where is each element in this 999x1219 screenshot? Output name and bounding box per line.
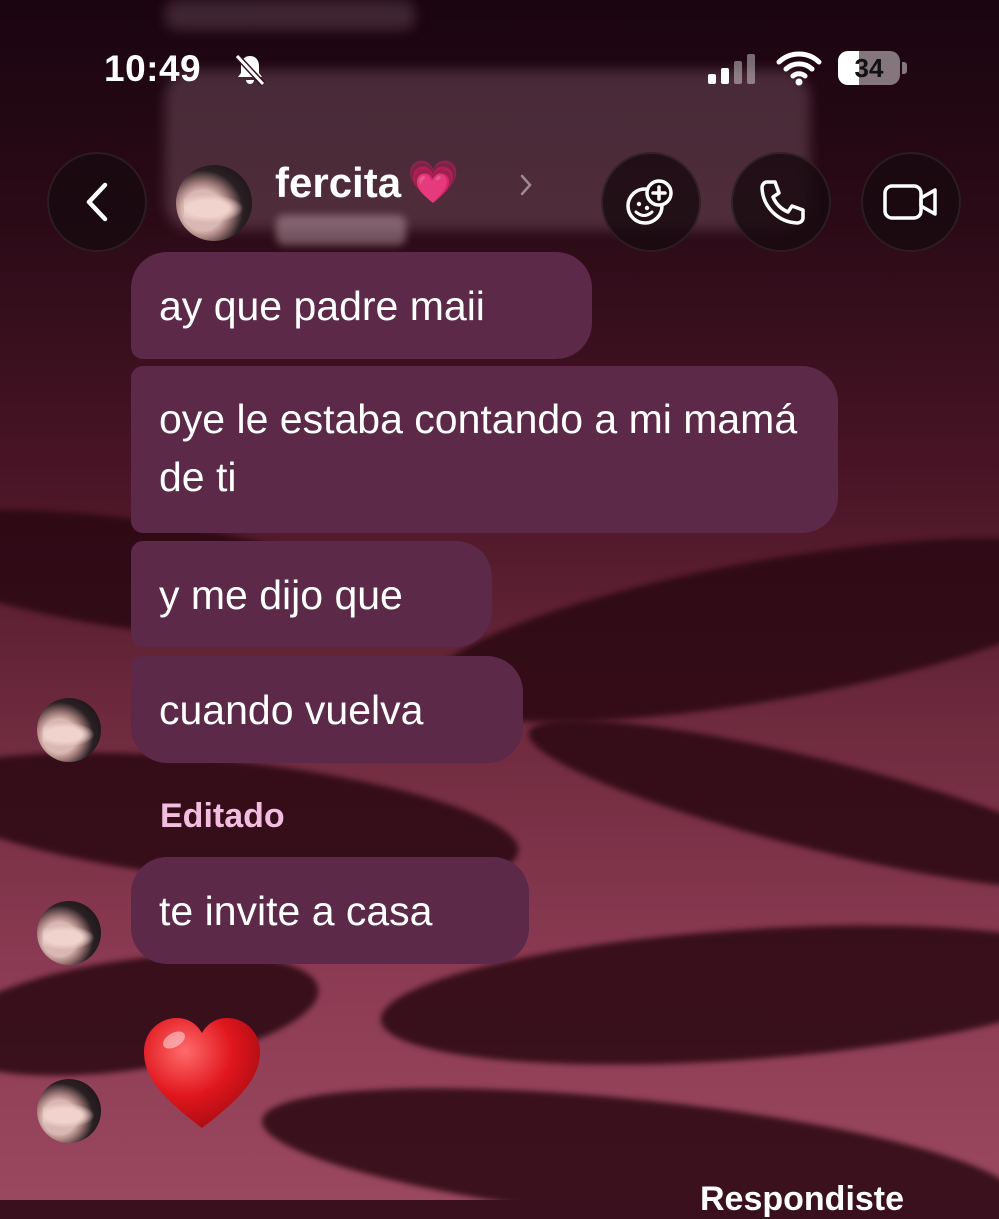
back-chevron-icon: [86, 182, 108, 222]
battery-percent: 34: [854, 53, 884, 83]
sender-avatar[interactable]: [37, 698, 101, 762]
edited-label: Editado: [160, 797, 285, 835]
message-bubble[interactable]: ay que padre maii: [131, 252, 592, 359]
effects-button[interactable]: [601, 152, 701, 252]
chevron-right-icon: [520, 174, 532, 196]
sender-avatar[interactable]: [37, 1079, 101, 1143]
phone-icon: [760, 180, 805, 225]
sender-avatar[interactable]: [37, 901, 101, 965]
contact-name-text: fercita: [275, 158, 402, 206]
back-button[interactable]: [47, 152, 147, 252]
status-bar: 10:49 34: [0, 40, 999, 96]
blurred-username: [276, 215, 406, 245]
audio-call-button[interactable]: [731, 152, 831, 252]
cellular-signal-icon: [708, 54, 755, 84]
message-bubble[interactable]: oye le estaba contando a mi mamá de ti: [131, 366, 838, 533]
message-bubble[interactable]: te invite a casa: [131, 857, 529, 964]
contact-avatar[interactable]: [176, 165, 252, 241]
wifi-icon: [776, 51, 822, 86]
message-bubble[interactable]: cuando vuelva: [131, 656, 523, 763]
video-call-button[interactable]: [861, 152, 961, 252]
video-camera-icon: [883, 184, 937, 220]
pink-heart-emoji: 💗: [407, 158, 460, 205]
effects-add-icon: [626, 179, 673, 225]
message-bubble[interactable]: y me dijo que: [131, 541, 492, 647]
battery-icon: 34: [838, 51, 908, 85]
heart-reaction[interactable]: [138, 1010, 266, 1138]
bell-slash-icon: [234, 53, 266, 87]
status-time: 10:49: [104, 48, 202, 89]
contact-name[interactable]: fercita 💗: [275, 158, 459, 207]
